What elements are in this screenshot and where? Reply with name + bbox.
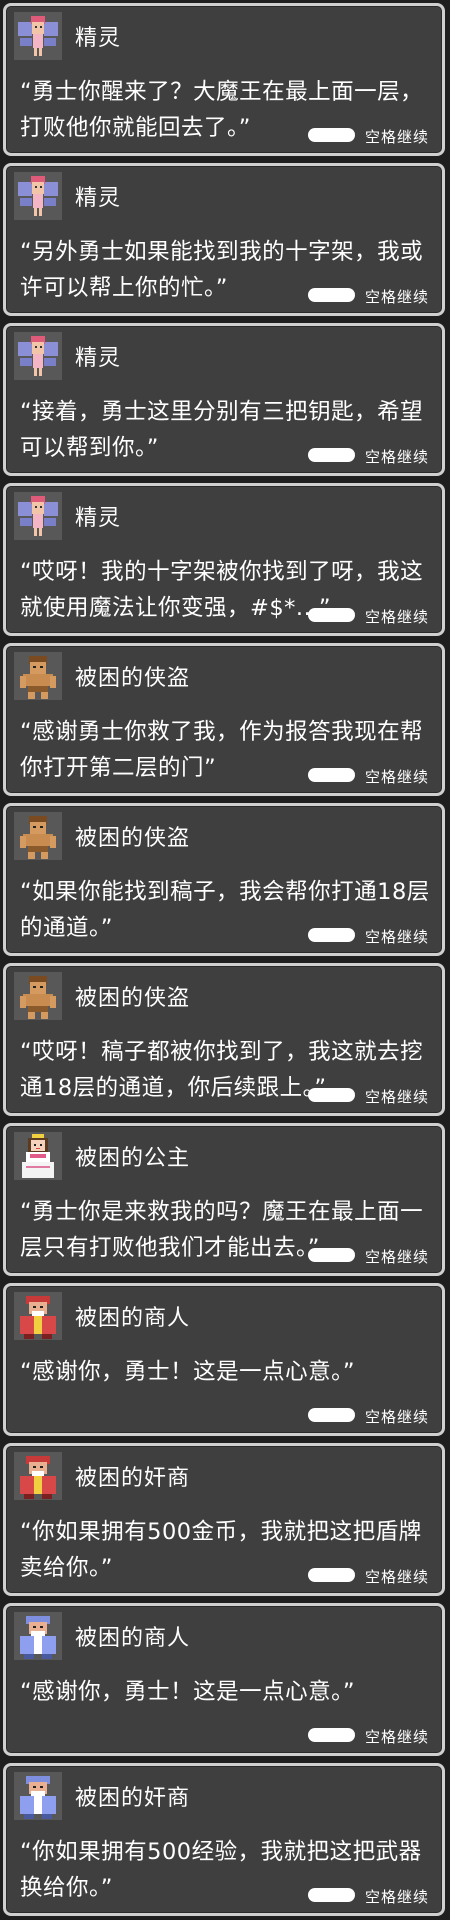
- speaker-name: 被困的商人: [75, 1626, 191, 1651]
- speaker-name: 被困的侠盗: [75, 986, 191, 1011]
- portrait-red-merchant-icon: [14, 1452, 62, 1500]
- speaker-name: 被困的奸商: [75, 1786, 191, 1811]
- dialog-box: 精灵 “哎呀！我的十字架被你找到了呀，我这就使用魔法让你变强，#$*...” 空…: [3, 483, 445, 636]
- continue-label[interactable]: 空格继续: [365, 1886, 429, 1907]
- dialog-text: “感谢你，勇士！这是一点心意。”: [20, 1359, 356, 1385]
- dialog-box: 精灵 “勇士你醒来了？大魔王在最上面一层，打败他你就能回去了。” 空格继续: [3, 3, 445, 156]
- continue-bar[interactable]: [308, 1248, 355, 1262]
- continue-label[interactable]: 空格继续: [365, 766, 429, 787]
- speaker-name: 被困的奸商: [75, 1466, 191, 1491]
- portrait-thief-icon: [14, 652, 62, 700]
- continue-bar[interactable]: [308, 128, 355, 142]
- portrait-fairy-icon: [14, 12, 62, 60]
- continue-bar[interactable]: [308, 1568, 355, 1582]
- continue-label[interactable]: 空格继续: [365, 606, 429, 627]
- continue-label[interactable]: 空格继续: [365, 1406, 429, 1427]
- speaker-name: 被困的侠盗: [75, 826, 191, 851]
- portrait-thief-icon: [14, 972, 62, 1020]
- dialog-list: 精灵 “勇士你醒来了？大魔王在最上面一层，打败他你就能回去了。” 空格继续 精灵…: [0, 0, 450, 1920]
- speaker-name: 精灵: [75, 26, 122, 51]
- dialog-box: 精灵 “接着，勇士这里分别有三把钥匙，希望可以帮到你。” 空格继续: [3, 323, 445, 476]
- continue-label[interactable]: 空格继续: [365, 1726, 429, 1747]
- continue-label[interactable]: 空格继续: [365, 1086, 429, 1107]
- portrait-blue-merchant-icon: [14, 1772, 62, 1820]
- portrait-fairy-icon: [14, 492, 62, 540]
- dialog-box: 被困的商人 “感谢你，勇士！这是一点心意。” 空格继续: [3, 1283, 445, 1436]
- portrait-red-merchant-icon: [14, 1292, 62, 1340]
- speaker-name: 精灵: [75, 346, 122, 371]
- continue-label[interactable]: 空格继续: [365, 1566, 429, 1587]
- continue-bar[interactable]: [308, 288, 355, 302]
- continue-bar[interactable]: [308, 1408, 355, 1422]
- continue-bar[interactable]: [308, 928, 355, 942]
- continue-bar[interactable]: [308, 1888, 355, 1902]
- speaker-name: 被困的侠盗: [75, 666, 191, 691]
- continue-bar[interactable]: [308, 608, 355, 622]
- speaker-name: 被困的商人: [75, 1306, 191, 1331]
- dialog-box: 被困的商人 “感谢你，勇士！这是一点心意。” 空格继续: [3, 1603, 445, 1756]
- continue-bar[interactable]: [308, 1088, 355, 1102]
- continue-label[interactable]: 空格继续: [365, 286, 429, 307]
- dialog-box: 被困的侠盗 “哎呀！稿子都被你找到了，我这就去挖通18层的通道，你后续跟上。” …: [3, 963, 445, 1116]
- dialog-box: 被困的侠盗 “如果你能找到稿子，我会帮你打通18层的通道。” 空格继续: [3, 803, 445, 956]
- speaker-name: 精灵: [75, 506, 122, 531]
- portrait-fairy-icon: [14, 172, 62, 220]
- continue-bar[interactable]: [308, 448, 355, 462]
- continue-bar[interactable]: [308, 1728, 355, 1742]
- portrait-princess-icon: [14, 1132, 62, 1180]
- dialog-box: 被困的公主 “勇士你是来救我的吗？魔王在最上面一层只有打败他我们才能出去。” 空…: [3, 1123, 445, 1276]
- speaker-name: 被困的公主: [75, 1146, 191, 1171]
- continue-bar[interactable]: [308, 768, 355, 782]
- continue-label[interactable]: 空格继续: [365, 126, 429, 147]
- continue-label[interactable]: 空格继续: [365, 1246, 429, 1267]
- dialog-text: “感谢你，勇士！这是一点心意。”: [20, 1679, 356, 1705]
- speaker-name: 精灵: [75, 186, 122, 211]
- continue-label[interactable]: 空格继续: [365, 446, 429, 467]
- portrait-thief-icon: [14, 812, 62, 860]
- dialog-box: 被困的奸商 “你如果拥有500经验，我就把这把武器换给你。” 空格继续: [3, 1763, 445, 1916]
- continue-label[interactable]: 空格继续: [365, 926, 429, 947]
- dialog-box: 精灵 “另外勇士如果能找到我的十字架，我或许可以帮上你的忙。” 空格继续: [3, 163, 445, 316]
- dialog-box: 被困的奸商 “你如果拥有500金币，我就把这把盾牌卖给你。” 空格继续: [3, 1443, 445, 1596]
- portrait-fairy-icon: [14, 332, 62, 380]
- dialog-box: 被困的侠盗 “感谢勇士你救了我，作为报答我现在帮你打开第二层的门” 空格继续: [3, 643, 445, 796]
- portrait-blue-merchant-icon: [14, 1612, 62, 1660]
